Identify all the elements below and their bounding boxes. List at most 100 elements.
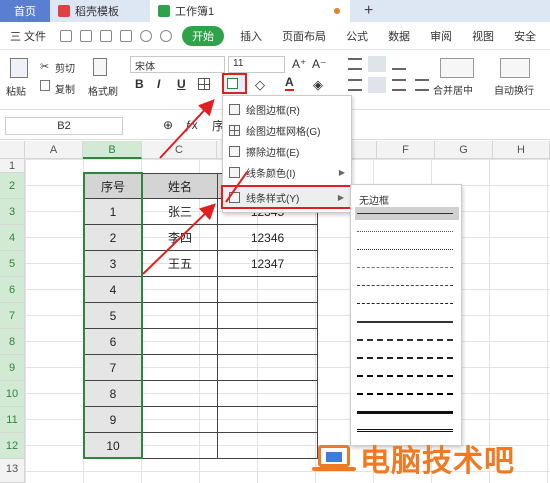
select-all-corner[interactable] bbox=[0, 141, 25, 159]
menu-draw-border[interactable]: 绘图边框(R) bbox=[223, 99, 351, 120]
preview-icon[interactable] bbox=[120, 29, 133, 42]
format-painter-icon[interactable] bbox=[93, 58, 107, 76]
wrap-text-icon[interactable] bbox=[500, 58, 530, 78]
no-border-option[interactable]: 无边框 bbox=[359, 192, 389, 207]
align-left-icon[interactable] bbox=[348, 79, 362, 91]
row-header-9[interactable]: 9 bbox=[0, 355, 25, 381]
name-cell[interactable] bbox=[143, 355, 218, 381]
row-header-10[interactable]: 10 bbox=[0, 381, 25, 407]
tab-workbook[interactable]: 工作簿1 bbox=[150, 0, 350, 22]
menu-data[interactable]: 数据 bbox=[378, 28, 420, 44]
clear-icon[interactable]: ◈ bbox=[313, 77, 323, 93]
line-style-dash-dot[interactable] bbox=[357, 285, 453, 286]
menu-security[interactable]: 安全 bbox=[504, 28, 546, 44]
line-style-medium-dash-dot[interactable] bbox=[357, 375, 453, 377]
name-cell[interactable] bbox=[143, 381, 218, 407]
menu-file[interactable]: 三 文件 bbox=[0, 28, 56, 44]
name-cell[interactable] bbox=[143, 303, 218, 329]
line-style-thin-solid[interactable] bbox=[357, 213, 453, 214]
row-header-7[interactable]: 7 bbox=[0, 303, 25, 329]
header-name[interactable]: 姓名 bbox=[143, 173, 218, 199]
menu-view[interactable]: 视图 bbox=[462, 28, 504, 44]
name-cell[interactable] bbox=[143, 433, 218, 459]
align-bottom-icon[interactable] bbox=[392, 58, 406, 70]
menu-insert[interactable]: 插入 bbox=[230, 28, 272, 44]
border-style-button[interactable] bbox=[222, 73, 247, 94]
number-cell[interactable] bbox=[218, 355, 318, 381]
column-header-c[interactable]: C bbox=[142, 141, 217, 159]
align-middle-icon[interactable] bbox=[368, 56, 386, 72]
name-box[interactable]: B2 bbox=[5, 117, 123, 135]
function-icon[interactable]: ƒx bbox=[185, 118, 198, 132]
column-header-b[interactable]: B bbox=[83, 141, 142, 159]
align-top-icon[interactable] bbox=[348, 58, 362, 70]
number-cell[interactable] bbox=[218, 433, 318, 459]
number-cell[interactable] bbox=[218, 381, 318, 407]
line-style-dash-dot-dot[interactable] bbox=[357, 267, 453, 268]
paste-icon[interactable] bbox=[10, 58, 28, 78]
copy-button[interactable]: 复制 bbox=[55, 81, 75, 96]
name-cell[interactable] bbox=[143, 329, 218, 355]
row-header-12[interactable]: 12 bbox=[0, 433, 25, 459]
menu-start[interactable]: 开始 bbox=[182, 25, 225, 46]
line-style-slant-dash-dot[interactable] bbox=[357, 357, 453, 359]
align-right-icon[interactable] bbox=[392, 79, 406, 91]
name-cell[interactable] bbox=[143, 407, 218, 433]
tab-template[interactable]: 稻壳模板 bbox=[50, 0, 150, 22]
borders-icon[interactable] bbox=[198, 78, 210, 90]
format-painter-button[interactable]: 格式刷 bbox=[88, 83, 118, 98]
line-style-hair[interactable] bbox=[357, 231, 453, 232]
line-style-medium[interactable] bbox=[357, 321, 453, 323]
undo-icon[interactable] bbox=[140, 29, 153, 42]
font-name-select[interactable]: 宋体 bbox=[130, 56, 225, 73]
name-cell[interactable]: 王五 bbox=[143, 251, 218, 277]
line-style-dashed[interactable] bbox=[357, 303, 453, 304]
menu-review[interactable]: 审阅 bbox=[420, 28, 462, 44]
column-header-a[interactable]: A bbox=[25, 141, 83, 159]
number-cell[interactable] bbox=[218, 407, 318, 433]
tab-home[interactable]: 首页 bbox=[0, 0, 50, 22]
save-icon[interactable] bbox=[60, 29, 73, 42]
line-style-medium-dash-dot-dot[interactable] bbox=[357, 339, 453, 341]
row-header-5[interactable]: 5 bbox=[0, 251, 25, 277]
row-header-3[interactable]: 3 bbox=[0, 199, 25, 225]
menu-line-color[interactable]: 线条颜色(I) ▶ bbox=[223, 162, 351, 183]
new-tab-button[interactable]: + bbox=[350, 0, 387, 22]
name-cell[interactable]: 李四 bbox=[143, 225, 218, 251]
row-header-2[interactable]: 2 bbox=[0, 173, 25, 199]
align-center-icon[interactable] bbox=[368, 77, 386, 93]
redo-icon[interactable] bbox=[160, 29, 173, 42]
menu-draw-border-grid[interactable]: 绘图边框网格(G) bbox=[223, 120, 351, 141]
cut-button[interactable]: 剪切 bbox=[55, 60, 75, 75]
number-cell[interactable] bbox=[218, 303, 318, 329]
print-icon[interactable] bbox=[100, 29, 113, 42]
bold-button[interactable]: B bbox=[135, 77, 144, 91]
italic-button[interactable]: I bbox=[157, 77, 160, 91]
grow-font-icon[interactable]: A⁺ bbox=[292, 57, 306, 71]
column-header-h[interactable]: H bbox=[493, 141, 550, 159]
column-header-f[interactable]: F bbox=[377, 141, 435, 159]
auto-wrap-button[interactable]: 自动换行 bbox=[494, 82, 534, 97]
number-cell[interactable]: 12346 bbox=[218, 225, 318, 251]
line-style-thick[interactable] bbox=[357, 411, 453, 414]
merge-center-button[interactable]: 合并居中 bbox=[433, 82, 473, 97]
menu-erase-border[interactable]: 擦除边框(E) bbox=[223, 141, 351, 162]
row-header-8[interactable]: 8 bbox=[0, 329, 25, 355]
menu-line-style[interactable]: 线条样式(Y) ▶ bbox=[221, 185, 352, 209]
justify-icon[interactable] bbox=[415, 79, 429, 91]
row-header-4[interactable]: 4 bbox=[0, 225, 25, 251]
font-size-select[interactable]: 11 bbox=[228, 56, 285, 73]
line-style-dotted[interactable] bbox=[357, 249, 453, 250]
line-style-medium-dashed[interactable] bbox=[357, 393, 453, 395]
row-header-6[interactable]: 6 bbox=[0, 277, 25, 303]
name-cell[interactable]: 张三 bbox=[143, 199, 218, 225]
number-cell[interactable] bbox=[218, 277, 318, 303]
name-cell[interactable] bbox=[143, 277, 218, 303]
paste-button[interactable]: 粘贴 bbox=[6, 83, 26, 98]
line-style-double[interactable] bbox=[357, 429, 453, 432]
number-cell[interactable]: 12347 bbox=[218, 251, 318, 277]
column-header-g[interactable]: G bbox=[435, 141, 493, 159]
number-cell[interactable] bbox=[218, 329, 318, 355]
underline-button[interactable]: U bbox=[177, 77, 186, 91]
shrink-font-icon[interactable]: A⁻ bbox=[312, 57, 326, 71]
